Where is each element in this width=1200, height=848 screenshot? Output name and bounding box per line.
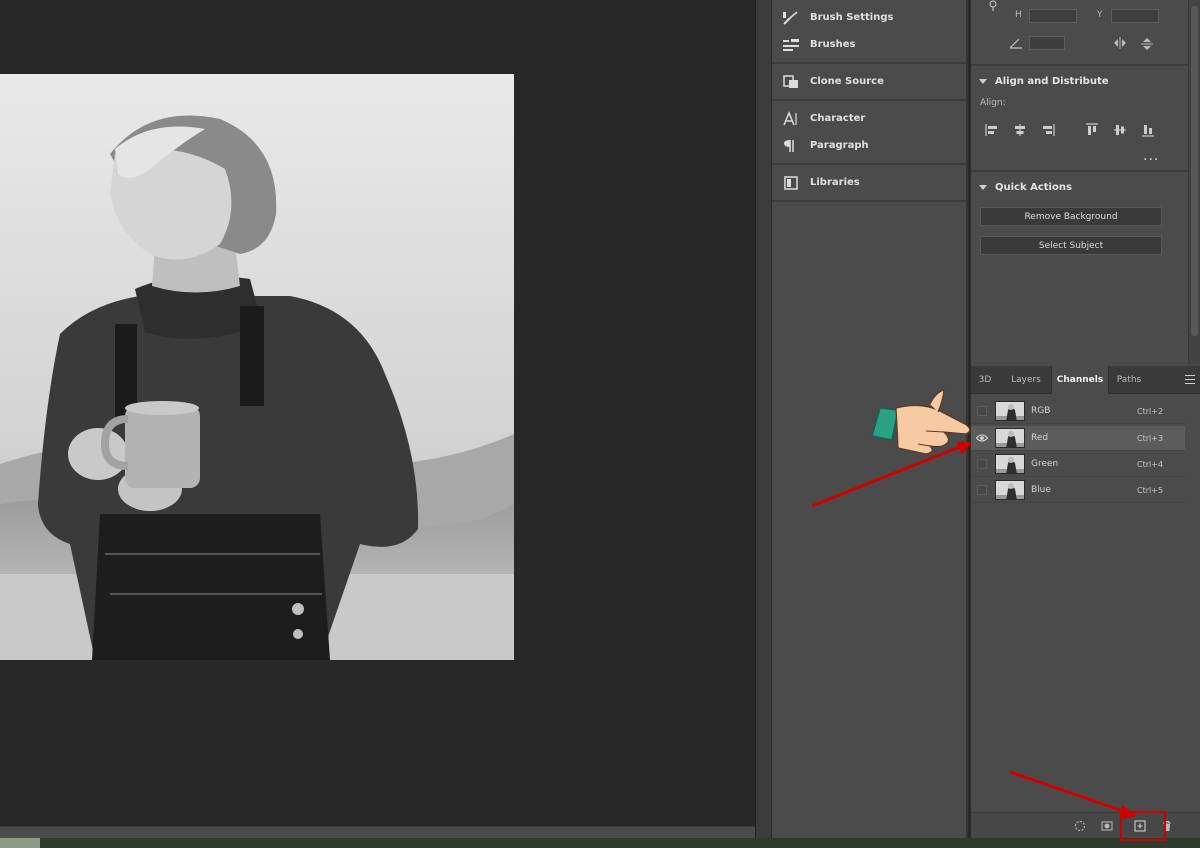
delete-channel-icon[interactable] <box>1161 820 1173 832</box>
load-channel-as-selection-icon[interactable] <box>1074 820 1086 832</box>
canvas-area[interactable] <box>0 0 755 826</box>
visibility-off-icon <box>977 485 987 495</box>
y-field[interactable] <box>1111 9 1159 23</box>
quick-actions-header[interactable]: Quick Actions <box>979 182 1072 193</box>
height-label: H <box>1015 10 1022 20</box>
align-left-edges-icon[interactable] <box>985 123 999 137</box>
eye-icon <box>976 434 988 442</box>
visibility-off-icon <box>977 406 987 416</box>
panel-libraries[interactable]: Libraries <box>772 169 966 196</box>
align-vertical-centers-icon[interactable] <box>1113 123 1127 137</box>
channel-shortcut: Ctrl+3 <box>1137 433 1164 443</box>
channel-shortcut: Ctrl+2 <box>1137 406 1164 416</box>
canvas-horizontal-scrollbar[interactable] <box>0 826 770 838</box>
channel-thumbnail <box>995 428 1025 448</box>
bw-photo-woman-with-mug <box>0 74 514 660</box>
height-field[interactable] <box>1029 9 1077 23</box>
y-label: Y <box>1097 10 1103 20</box>
panel-brushes[interactable]: Brushes <box>772 31 966 58</box>
tab-paths[interactable]: Paths <box>1111 366 1147 394</box>
panel-label: Brush Settings <box>810 12 894 23</box>
align-distribute-section: Align and Distribute Align: ... <box>971 68 1189 172</box>
panel-menu-icon[interactable] <box>1185 375 1195 384</box>
character-icon <box>781 110 801 128</box>
panel-label: Character <box>810 113 866 124</box>
type-panels-group: Character Paragraph <box>772 101 966 165</box>
visibility-toggle[interactable] <box>971 426 993 451</box>
status-strip <box>0 838 1200 848</box>
select-subject-button[interactable]: Select Subject <box>980 236 1162 255</box>
align-horizontal-centers-icon[interactable] <box>1013 123 1027 137</box>
more-options-button[interactable]: ... <box>1143 148 1159 164</box>
angle-field[interactable] <box>1029 36 1065 50</box>
properties-and-channels-column: H Y Align and Distribute Align: ... Quic… <box>970 0 1200 838</box>
remove-background-button[interactable]: Remove Background <box>980 207 1162 226</box>
channel-row-red[interactable]: Red Ctrl+3 <box>971 426 1185 451</box>
tab-channels[interactable]: Channels <box>1051 366 1109 394</box>
channel-name: Red <box>1031 433 1049 443</box>
panel-label: Clone Source <box>810 76 884 87</box>
channel-row-green[interactable]: Green Ctrl+4 <box>971 452 1185 477</box>
paragraph-icon <box>781 137 801 155</box>
panel-label: Brushes <box>810 39 856 50</box>
document-image[interactable] <box>0 74 514 660</box>
angle-icon <box>1009 37 1023 51</box>
collapsed-panels-column: Brush Settings Brushes Clone Source Char… <box>771 0 968 838</box>
channel-thumbnail <box>995 401 1025 421</box>
align-top-edges-icon[interactable] <box>1085 123 1099 137</box>
scrollbar-thumb[interactable] <box>1191 6 1198 336</box>
panel-clone-source[interactable]: Clone Source <box>772 68 966 95</box>
tab-layers[interactable]: Layers <box>1001 366 1051 394</box>
channel-name: Blue <box>1031 485 1051 495</box>
save-selection-as-channel-icon[interactable] <box>1101 820 1113 832</box>
panel-label: Paragraph <box>810 140 869 151</box>
channels-bottom-toolbar <box>971 812 1200 838</box>
chevron-down-icon <box>979 79 987 84</box>
align-bottom-edges-icon[interactable] <box>1141 123 1155 137</box>
libraries-icon <box>781 174 801 192</box>
panel-brush-settings[interactable]: Brush Settings <box>772 4 966 31</box>
clone-source-icon <box>781 73 801 91</box>
panel-label: Libraries <box>810 177 860 188</box>
visibility-off-icon <box>977 459 987 469</box>
clone-panels-group: Clone Source <box>772 64 966 101</box>
channel-name: Green <box>1031 459 1059 469</box>
channel-shortcut: Ctrl+4 <box>1137 459 1164 469</box>
channel-shortcut: Ctrl+5 <box>1137 485 1164 495</box>
quick-actions-section: Quick Actions Remove Background Select S… <box>971 174 1189 364</box>
properties-scrollbar[interactable] <box>1188 0 1200 364</box>
tab-3d[interactable]: 3D <box>971 366 999 394</box>
panel-character[interactable]: Character <box>772 105 966 132</box>
visibility-toggle[interactable] <box>971 399 993 424</box>
channels-panel: 3D Layers Channels Paths RGB Ctrl+2 Red … <box>971 366 1200 838</box>
align-right-edges-icon[interactable] <box>1041 123 1055 137</box>
channel-thumbnail <box>995 480 1025 500</box>
align-label: Align: <box>980 98 1006 108</box>
panel-tab-bar: 3D Layers Channels Paths <box>971 366 1200 394</box>
flip-vertical-icon[interactable] <box>1141 37 1155 51</box>
dock-gutter <box>755 0 771 838</box>
channel-row-rgb[interactable]: RGB Ctrl+2 <box>971 399 1185 424</box>
properties-transform-section: H Y <box>971 0 1189 66</box>
panel-paragraph[interactable]: Paragraph <box>772 132 966 159</box>
section-title: Align and Distribute <box>995 76 1109 87</box>
flip-horizontal-icon[interactable] <box>1113 37 1127 51</box>
brush-panels-group: Brush Settings Brushes <box>772 0 966 64</box>
link-icon[interactable] <box>987 0 1001 14</box>
create-new-channel-icon[interactable] <box>1134 820 1146 832</box>
libraries-panels-group: Libraries <box>772 165 966 202</box>
visibility-toggle[interactable] <box>971 478 993 503</box>
channel-name: RGB <box>1031 406 1051 416</box>
brush-settings-icon <box>781 9 801 27</box>
visibility-toggle[interactable] <box>971 452 993 477</box>
align-distribute-header[interactable]: Align and Distribute <box>979 76 1109 87</box>
chevron-down-icon <box>979 185 987 190</box>
section-title: Quick Actions <box>995 182 1072 193</box>
brushes-icon <box>781 36 801 54</box>
channel-thumbnail <box>995 454 1025 474</box>
channel-row-blue[interactable]: Blue Ctrl+5 <box>971 478 1185 503</box>
